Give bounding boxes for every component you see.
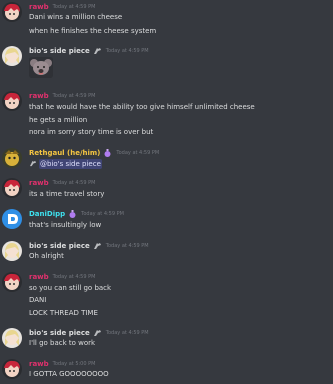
avatar[interactable] xyxy=(2,209,22,229)
timestamp: Today at 4:59 PM xyxy=(105,330,149,336)
author-name[interactable]: rawb xyxy=(29,91,49,101)
author-name[interactable]: rawb xyxy=(29,178,49,188)
avatar-anime-red-icon xyxy=(2,178,22,198)
timestamp: Today at 4:59 PM xyxy=(52,274,96,280)
message-text: nora im sorry story time is over but xyxy=(29,128,154,136)
tilted-figure-icon xyxy=(93,242,102,250)
tilted-figure-icon xyxy=(93,47,102,55)
author-name[interactable]: rawb xyxy=(29,359,49,369)
avatar-anime-red-icon xyxy=(2,2,22,22)
message-header: rawb Today at 5:00 PM xyxy=(29,359,95,369)
timestamp: Today at 4:59 PM xyxy=(52,4,96,10)
tilted-figure-icon xyxy=(93,329,102,337)
message-text: DANI xyxy=(29,296,47,304)
timestamp: Today at 4:59 PM xyxy=(52,180,96,186)
message-text: Dani wins a million cheese xyxy=(29,13,123,21)
avatar[interactable] xyxy=(2,46,22,66)
message-header: bio's side piece Today at 4:59 PM xyxy=(29,46,149,56)
timestamp: Today at 4:59 PM xyxy=(81,211,124,217)
avatar[interactable] xyxy=(2,272,22,292)
author-name[interactable]: bio's side piece xyxy=(29,46,90,56)
message-text: so you can still go back xyxy=(29,284,112,292)
potion-icon xyxy=(103,149,112,157)
message-header: rawb Today at 4:59 PM xyxy=(29,272,95,282)
author-name[interactable]: Rethgaul (he/him) xyxy=(29,148,100,158)
message-header: bio's side piece Today at 4:59 PM xyxy=(29,328,149,338)
message-text: he gets a million xyxy=(29,116,88,124)
avatar-anime-red-icon xyxy=(2,359,22,379)
timestamp: Today at 4:59 PM xyxy=(52,93,96,99)
message-header: rawb Today at 4:59 PM xyxy=(29,178,95,188)
avatar[interactable] xyxy=(2,178,22,198)
message-text: when he finishes the cheese system xyxy=(29,27,157,35)
message-text: that he would have the ability too give … xyxy=(29,103,255,111)
timestamp: Today at 5:00 PM xyxy=(52,361,96,367)
avatar-blonde-girl-icon xyxy=(2,328,22,348)
koala-face-image[interactable] xyxy=(29,57,53,78)
avatar[interactable] xyxy=(2,328,22,348)
message-text: that's insultingly low xyxy=(29,221,102,229)
avatar[interactable] xyxy=(2,148,22,168)
avatar[interactable] xyxy=(2,91,22,111)
avatar-blonde-girl-icon xyxy=(2,241,22,261)
avatar-yellow-creature-icon xyxy=(2,148,22,168)
message-header: bio's side piece Today at 4:59 PM xyxy=(29,241,149,251)
author-name[interactable]: rawb xyxy=(29,2,49,12)
author-name[interactable]: rawb xyxy=(29,272,49,282)
message-text: @bio's side piece xyxy=(29,159,102,169)
tilted-figure-icon xyxy=(29,160,37,167)
user-mention[interactable]: @bio's side piece xyxy=(39,159,102,169)
timestamp: Today at 4:59 PM xyxy=(116,150,160,156)
message-header: DaniDipp Today at 4:59 PM xyxy=(29,209,124,219)
avatar[interactable] xyxy=(2,241,22,261)
message-header: rawb Today at 4:59 PM xyxy=(29,91,95,101)
message-header: rawb Today at 4:59 PM xyxy=(29,2,95,12)
message-text: I GOTTA GOOOOOOOO xyxy=(29,370,109,378)
author-name[interactable]: bio's side piece xyxy=(29,241,90,251)
timestamp: Today at 4:59 PM xyxy=(105,243,149,249)
avatar-anime-red-icon xyxy=(2,272,22,292)
message-text: Oh alright xyxy=(29,252,64,260)
author-name[interactable]: DaniDipp xyxy=(29,209,65,219)
message-text: LOCK THREAD TIME xyxy=(29,309,98,317)
avatar-anime-red-icon xyxy=(2,91,22,111)
potion-icon xyxy=(68,210,77,218)
avatar[interactable] xyxy=(2,2,22,22)
message-text: its a time travel story xyxy=(29,190,105,198)
avatar-blonde-girl-icon xyxy=(2,46,22,66)
author-name[interactable]: bio's side piece xyxy=(29,328,90,338)
avatar-d-logo-icon xyxy=(2,209,22,229)
message-text: I'll go back to work xyxy=(29,339,96,347)
avatar[interactable] xyxy=(2,359,22,379)
message-header: Rethgaul (he/him) Today at 4:59 PM xyxy=(29,148,159,158)
timestamp: Today at 4:59 PM xyxy=(105,48,149,54)
chat-messages: rawb Today at 4:59 PM Dani wins a millio… xyxy=(0,0,333,384)
